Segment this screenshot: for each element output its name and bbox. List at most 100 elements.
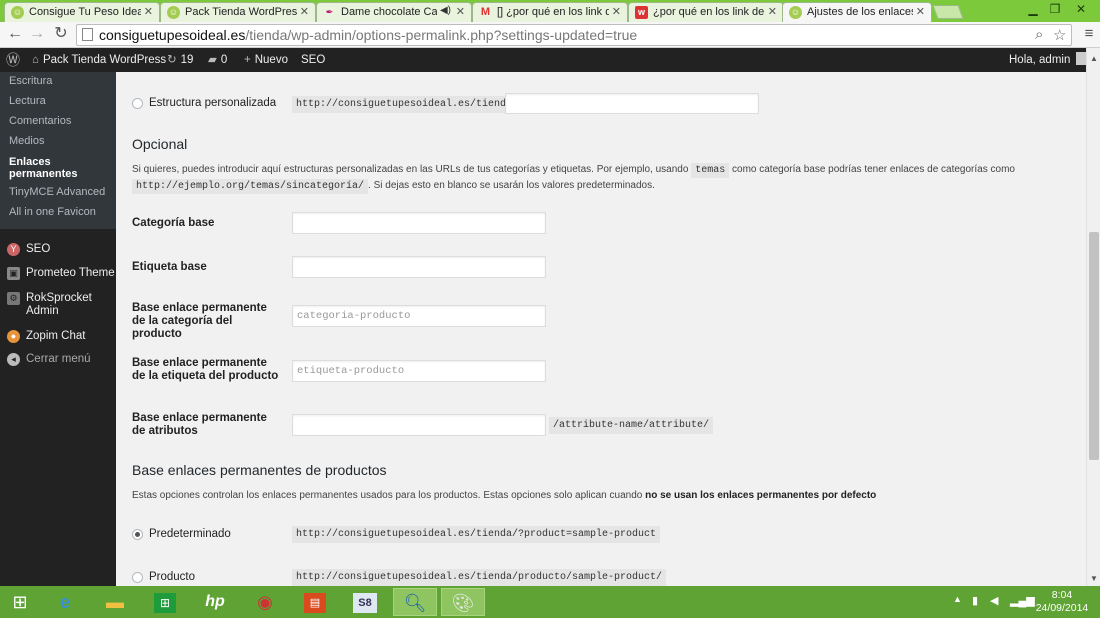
hp-icon[interactable]: hp [197, 588, 233, 616]
chrome-icon[interactable]: ◉ [247, 588, 283, 616]
browser-tab-active[interactable]: ☺ Ajustes de los enlaces perm ✕ [782, 2, 932, 23]
back-arrow-icon[interactable]: ← [6, 25, 24, 43]
s8-icon[interactable]: S8 [347, 588, 383, 616]
category-base-input[interactable] [292, 212, 546, 234]
store-icon[interactable]: ⊞ [147, 588, 183, 616]
permalink-product-radio[interactable] [132, 572, 143, 583]
product-tag-base-input[interactable]: etiqueta-producto [292, 360, 546, 382]
speaker-icon: ◀) [439, 5, 451, 16]
sidebar-item-escritura[interactable]: Escritura [9, 75, 52, 87]
close-tab-icon[interactable]: ✕ [916, 5, 925, 18]
magnifier-icon[interactable]: 🔍︎ [393, 588, 437, 616]
tag-base-input[interactable] [292, 256, 546, 278]
my-account-link[interactable]: Hola, admin [1009, 48, 1090, 72]
tab-title: Ajustes de los enlaces perm [807, 6, 913, 18]
browser-toolbar: ← → ↻ consiguetupesoideal.es/tienda/wp-a… [0, 22, 1100, 48]
clock-date: 24/09/2014 [1035, 602, 1089, 614]
updates-link[interactable]: ↻ 19 [167, 48, 193, 72]
sidebar-item-lectura[interactable]: Lectura [9, 95, 46, 107]
collapse-menu-button[interactable]: ◂ Cerrar menú [0, 353, 116, 367]
theme-icon: ▣ [7, 267, 20, 280]
w-icon: w [635, 6, 648, 19]
tab-title: Dame chocolate Capit [341, 6, 437, 18]
search-icon[interactable]: ⌕ [1035, 26, 1043, 43]
close-tab-icon[interactable]: ✕ [456, 5, 465, 18]
product-category-base-input[interactable]: categoria-producto [292, 305, 546, 327]
sidebar-item-comentarios[interactable]: Comentarios [9, 115, 71, 127]
browser-tab[interactable]: ☺ Pack Tienda WordPress » ✕ [160, 2, 316, 22]
network-icon[interactable]: ▂▄▆ [1010, 594, 1035, 607]
url-domain: consiguetupesoideal.es [99, 27, 246, 43]
new-content-link[interactable]: + Nuevo [244, 48, 288, 72]
browser-tab[interactable]: w ¿por qué en los link de las ✕ [628, 2, 784, 22]
site-favicon-icon: ☺ [167, 6, 180, 19]
sidebar-item-roksprocket[interactable]: ⚙ RokSprocket Admin [0, 292, 116, 320]
sidebar-item-medios[interactable]: Medios [9, 135, 44, 147]
tab-title: ¿por qué en los link de las [653, 6, 765, 18]
wp-admin-sidebar: Escritura Lectura Comentarios Medios Enl… [0, 72, 116, 586]
sidebar-item-seo[interactable]: Y SEO [0, 243, 116, 257]
browser-tab[interactable]: M [] ¿por qué en los link de l ✕ [472, 2, 628, 22]
reload-icon[interactable]: ↻ [52, 25, 70, 43]
permalink-default-radio[interactable] [132, 529, 143, 540]
scrollbar-thumb[interactable] [1089, 232, 1099, 460]
product-category-base-label: Base enlace permanente de la categoría d… [132, 302, 267, 340]
page-icon [82, 28, 93, 41]
show-hidden-icons-icon[interactable]: ▲ [953, 594, 962, 604]
custom-structure-radio[interactable] [132, 98, 143, 109]
restore-icon[interactable]: ❐ [1044, 0, 1066, 18]
forward-arrow-icon[interactable]: → [28, 25, 46, 43]
rocket-icon: ⚙ [7, 292, 20, 305]
attribute-base-input[interactable] [292, 414, 546, 436]
windows-start-icon[interactable]: ⊞ [2, 588, 38, 616]
custom-structure-input[interactable] [505, 93, 759, 114]
sidebar-item-tinymce[interactable]: TinyMCE Advanced [9, 186, 105, 198]
scroll-down-icon[interactable]: ▼ [1090, 574, 1098, 583]
power-icon[interactable]: ▮ [972, 594, 978, 607]
sidebar-item-prometeo[interactable]: ▣ Prometeo Theme [0, 267, 116, 281]
file-explorer-icon[interactable]: ▬ [97, 588, 133, 616]
internet-explorer-icon[interactable]: e [47, 588, 83, 616]
sidebar-item-zopim[interactable]: ● Zopim Chat [0, 330, 116, 344]
clock-time: 8:04 [1051, 589, 1073, 601]
minimize-icon[interactable]: ▁ [1022, 0, 1044, 18]
close-window-icon[interactable]: ✕ [1066, 0, 1096, 18]
wp-admin-bar: Ⓦ ⌂ Pack Tienda WordPress ↻ 19 ▰ 0 + Nuevo S… [0, 48, 1100, 72]
wordpress-logo-icon[interactable]: Ⓦ [6, 48, 20, 72]
browser-tab[interactable]: ✒ Dame chocolate Capit ◀) ✕ [316, 2, 472, 22]
close-tab-icon[interactable]: ✕ [144, 5, 153, 18]
sidebar-item-enlaces-permanentes[interactable]: Enlaces permanentes [9, 156, 89, 180]
new-tab-button[interactable] [932, 5, 964, 19]
address-bar[interactable]: consiguetupesoideal.es/tienda/wp-admin/o… [76, 24, 1072, 46]
windows-taskbar: ⊞ e ▬ ⊞ hp ◉ ▤ S8 🔍︎ 🎨︎ ▲ ▮ ◀ ▂▄▆ 8:04 2… [0, 586, 1100, 618]
attribute-base-suffix: /attribute-name/attribute/ [549, 417, 714, 434]
comments-link[interactable]: ▰ 0 [208, 48, 227, 72]
star-icon[interactable]: ☆ [1053, 26, 1066, 44]
comment-icon: ▰ [208, 54, 217, 66]
chat-icon: ● [7, 330, 20, 343]
close-tab-icon[interactable]: ✕ [300, 5, 309, 18]
site-favicon-icon: ☺ [789, 6, 802, 19]
clock[interactable]: 8:04 24/09/2014 [1034, 589, 1090, 615]
volume-icon[interactable]: ◀ [990, 594, 998, 607]
seo-menu-link[interactable]: SEO [301, 48, 325, 72]
close-tab-icon[interactable]: ✕ [768, 5, 777, 18]
custom-structure-prefix: http://consiguetupesoideal.es/tienda [292, 96, 517, 113]
menu-icon[interactable]: ≡ [1080, 25, 1098, 43]
scroll-up-icon[interactable]: ▲ [1090, 54, 1098, 63]
seo-icon: Y [7, 243, 20, 256]
paint-icon[interactable]: 🎨︎ [441, 588, 485, 616]
settings-submenu: Escritura Lectura Comentarios Medios Enl… [0, 72, 116, 229]
page-scrollbar[interactable]: ▲ ▼ [1086, 48, 1100, 586]
site-name-link[interactable]: ⌂ Pack Tienda WordPress [32, 48, 166, 72]
product-permalinks-heading: Base enlaces permanentes de productos [132, 462, 387, 478]
close-tab-icon[interactable]: ✕ [612, 5, 621, 18]
sidebar-item-favicon[interactable]: All in one Favicon [9, 206, 96, 218]
app-icon[interactable]: ▤ [297, 588, 333, 616]
tab-title: [] ¿por qué en los link de l [497, 6, 609, 18]
permalink-default-example: http://consiguetupesoideal.es/tienda/?pr… [292, 526, 661, 543]
gmail-icon: M [480, 6, 491, 18]
browser-tab[interactable]: ☺ Consigue Tu Peso Ideal.es ✕ [4, 2, 160, 22]
product-tag-base-label: Base enlace permanente de la etiqueta de… [132, 357, 279, 382]
permalink-product-example: http://consiguetupesoideal.es/tienda/pro… [292, 569, 667, 586]
